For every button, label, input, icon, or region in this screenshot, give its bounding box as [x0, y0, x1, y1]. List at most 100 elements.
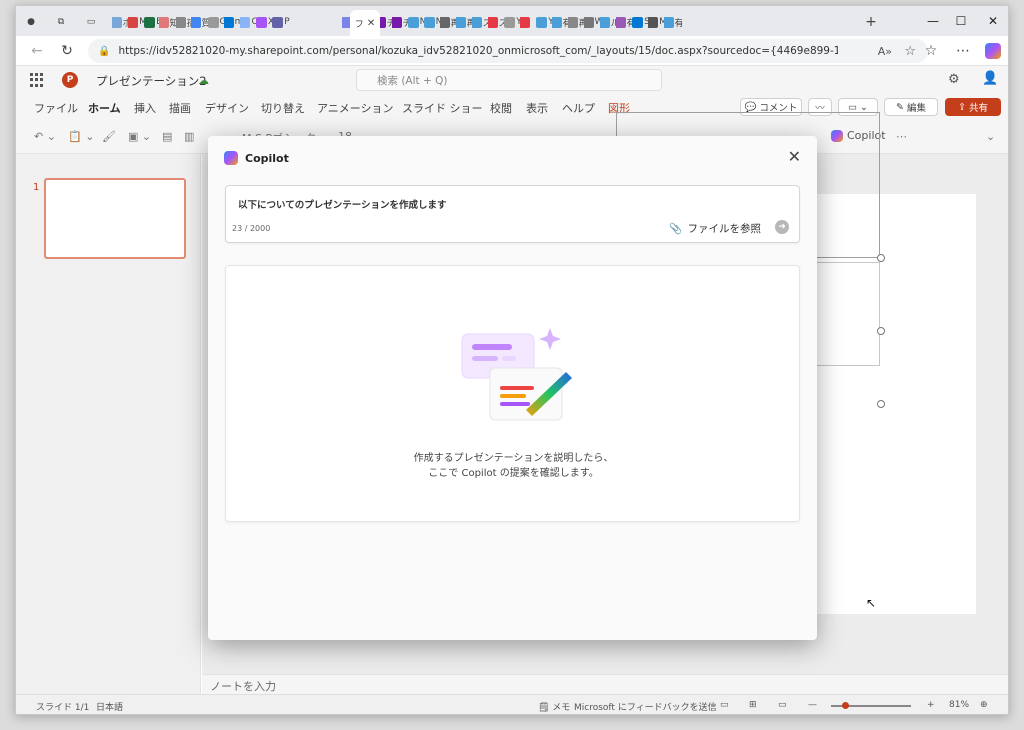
dialog-title: Copilot	[224, 151, 289, 165]
slide-thumbnail[interactable]	[44, 178, 186, 259]
close-tab-icon[interactable]: ✕	[367, 18, 375, 29]
tab-actions-icon[interactable]: ▭	[82, 12, 100, 32]
address-row: ← ↻ 🔒 https://idv52821020-my.sharepoint.…	[16, 36, 1008, 66]
url-text[interactable]: https://idv52821020-my.sharepoint.com/pe…	[118, 45, 838, 57]
suggestion-preview-panel: 作成するプレゼンテーションを説明したら、 ここで Copilot の提案を確認し…	[225, 265, 800, 522]
share-button[interactable]: ⇪ 共有	[945, 98, 1001, 116]
tab-favicon-icon	[568, 16, 578, 28]
read-aloud-icon[interactable]: A»	[878, 45, 892, 58]
prompt-input[interactable]: 以下についてのプレゼンテーションを作成します 23 / 2000 📎 ファイルを…	[225, 185, 800, 243]
tab-review[interactable]: 校閲	[490, 100, 512, 116]
account-icon[interactable]: 👤	[982, 71, 998, 86]
zoom-in-icon[interactable]: +	[927, 700, 935, 710]
browser-tab[interactable]: 質	[191, 12, 209, 32]
zoom-level[interactable]: 81%	[949, 700, 969, 710]
tab-view[interactable]: 表示	[526, 100, 548, 116]
tab-favicon-icon	[128, 16, 139, 28]
tab-favicon-icon	[224, 16, 234, 28]
copilot-dialog: Copilot ✕ 以下についてのプレゼンテーションを作成します 23 / 20…	[208, 136, 817, 640]
cloud-saved-icon: ☁	[198, 74, 209, 87]
browser-tab-active[interactable]: フ ✕	[350, 10, 380, 36]
new-slide-icon[interactable]: ▣ ⌄	[128, 130, 151, 143]
tab-favicon-icon	[552, 16, 562, 28]
tab-favicon-icon	[191, 16, 201, 28]
reading-view-icon[interactable]: ▭	[778, 700, 787, 710]
tab-transitions[interactable]: 切り替え	[261, 100, 305, 116]
tab-favicon-icon	[632, 16, 644, 28]
tab-favicon-icon	[159, 16, 169, 28]
status-bar: スライド 1/1 日本語 🗒 メモ Microsoft にフィードバックを送信 …	[16, 694, 1008, 714]
browser-tab[interactable]: 有	[664, 12, 682, 32]
paperclip-icon: 📎	[669, 223, 683, 235]
back-button[interactable]: ←	[26, 41, 48, 61]
browser-tab-strip: ● ⧉ ▭ ホME知孫質GmOXPフネチチNN再再ススY「Y有再Wル有SM有 フ…	[16, 6, 1008, 36]
sorter-view-icon[interactable]: ⊞	[749, 700, 757, 710]
resize-handle[interactable]	[877, 327, 885, 335]
refresh-button[interactable]: ↻	[56, 41, 78, 61]
description-line-2: ここで Copilot の提案を確認します。	[428, 468, 599, 479]
normal-view-icon[interactable]: ▭	[720, 700, 729, 710]
tab-design[interactable]: デザイン	[205, 100, 249, 116]
more-options-icon[interactable]: ⋯	[896, 130, 907, 143]
workspaces-icon[interactable]: ⧉	[52, 12, 70, 32]
edit-label: 編集	[906, 103, 926, 114]
paste-icon[interactable]: 📋 ⌄	[68, 130, 94, 143]
tab-insert[interactable]: 挿入	[134, 100, 156, 116]
gear-icon[interactable]: ⚙	[948, 72, 960, 87]
tab-animations[interactable]: アニメーション	[317, 100, 394, 116]
notes-pane[interactable]: ノートを入力	[202, 674, 1008, 694]
zoom-out-icon[interactable]: —	[808, 700, 817, 710]
reuse-slides-icon[interactable]: ▤	[162, 130, 172, 143]
edit-mode-button[interactable]: ✎ 編集	[884, 98, 938, 116]
tab-slideshow[interactable]: スライド ショー	[402, 100, 483, 116]
zoom-slider-knob[interactable]	[842, 702, 849, 709]
tab-favicon-icon	[144, 16, 156, 28]
browser-tab[interactable]: P	[272, 12, 290, 32]
browser-tab[interactable]: 知	[159, 12, 177, 32]
close-icon[interactable]: ✕	[788, 147, 801, 166]
more-menu-icon[interactable]: ⋯	[952, 41, 974, 61]
share-label: 共有	[968, 103, 988, 114]
tab-favicon-icon	[240, 16, 251, 28]
tab-favicon-icon	[392, 16, 402, 28]
presentation-illustration-icon	[461, 328, 572, 421]
undo-icon[interactable]: ↶ ⌄	[34, 130, 56, 143]
document-title[interactable]: プレゼンテーション2	[96, 73, 207, 89]
favorites-icon[interactable]: ☆	[920, 41, 942, 61]
resize-handle[interactable]	[877, 254, 885, 262]
tab-favicon-icon	[472, 16, 482, 28]
app-launcher-icon[interactable]	[30, 73, 44, 87]
tab-draw[interactable]: 描画	[169, 100, 191, 116]
address-bar[interactable]: 🔒 https://idv52821020-my.sharepoint.com/…	[88, 39, 928, 63]
language-indicator[interactable]: 日本語	[96, 700, 123, 713]
layout-icon[interactable]: ▥	[184, 130, 194, 143]
minimize-button[interactable]: —	[918, 11, 948, 31]
prompt-text[interactable]: 以下についてのプレゼンテーションを作成します	[238, 197, 447, 211]
tab-help[interactable]: ヘルプ	[562, 100, 595, 116]
tab-file[interactable]: ファイル	[34, 100, 78, 116]
browser-tab-label: 有	[675, 16, 683, 29]
tab-home[interactable]: ホーム	[88, 100, 121, 122]
notes-button[interactable]: 🗒 メモ	[538, 700, 570, 713]
tab-favicon-icon	[664, 16, 674, 28]
tab-favicon-icon	[208, 16, 219, 28]
feedback-link[interactable]: Microsoft にフィードバックを送信	[574, 700, 717, 713]
fit-slide-icon[interactable]: ⊕	[980, 700, 988, 710]
edge-copilot-icon[interactable]	[982, 41, 1004, 61]
powerpoint-logo-icon: P	[62, 72, 78, 88]
file-reference-button[interactable]: 📎 ファイルを参照	[669, 221, 761, 236]
tab-favicon-icon	[584, 16, 594, 28]
send-arrow-icon[interactable]: ➜	[775, 220, 789, 234]
profile-icon[interactable]: ●	[22, 12, 40, 32]
maximize-button[interactable]: ☐	[946, 11, 976, 31]
search-box[interactable]: 検索 (Alt + Q)	[356, 69, 662, 91]
ribbon-expand-icon[interactable]: ⌄	[986, 130, 995, 143]
favorite-star-icon[interactable]: ☆	[904, 44, 916, 59]
format-painter-icon[interactable]: 🖌	[102, 130, 116, 143]
new-tab-button[interactable]: +	[862, 12, 880, 32]
resize-handle[interactable]	[877, 400, 885, 408]
close-window-button[interactable]: ✕	[978, 11, 1008, 31]
tab-favicon-icon	[456, 16, 466, 28]
description-line-1: 作成するプレゼンテーションを説明したら、	[413, 453, 614, 464]
notes-label: メモ	[552, 703, 571, 713]
